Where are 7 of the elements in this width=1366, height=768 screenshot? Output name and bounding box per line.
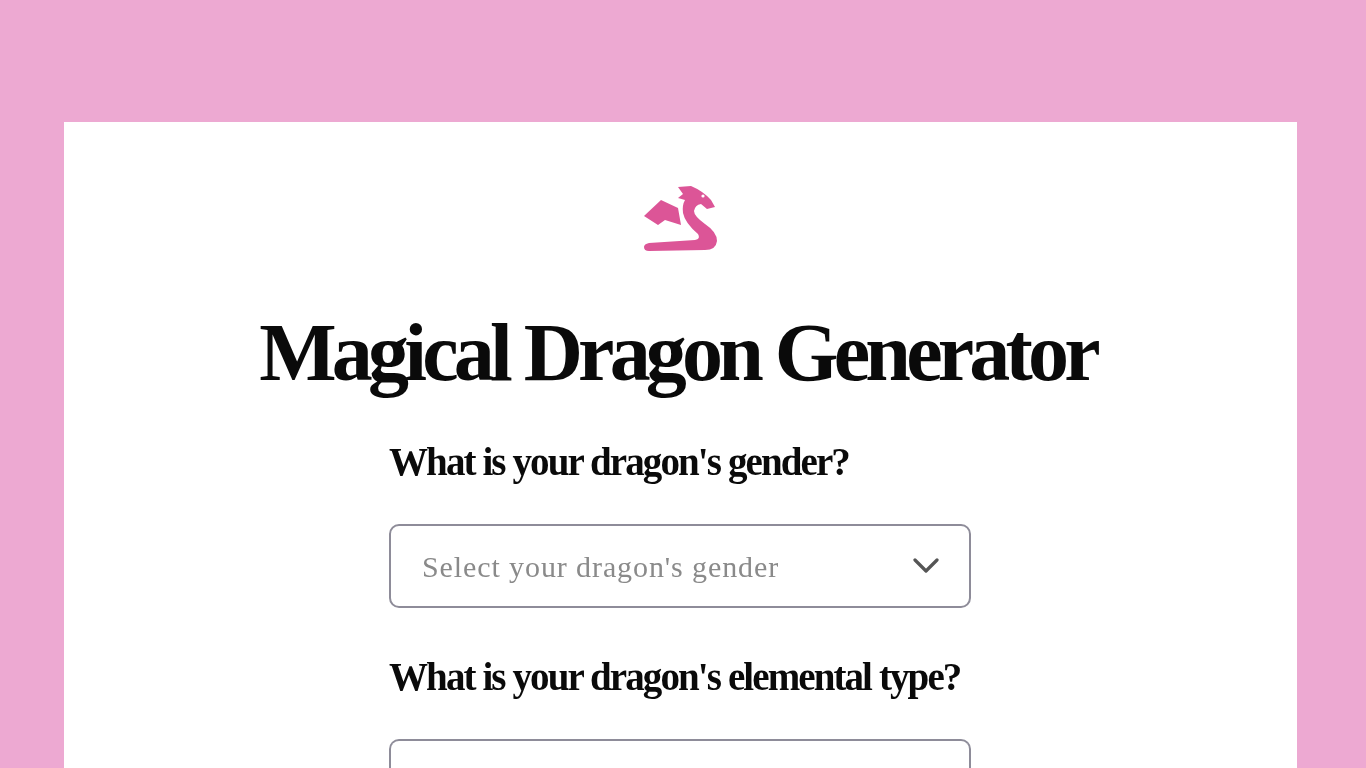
select-field[interactable]: Select your dragon's gender [389, 524, 971, 609]
page-title: Magical Dragon Generator [259, 306, 1098, 400]
dragon-logo-icon [642, 185, 719, 251]
question-label: What is your dragon's elemental type? [389, 654, 962, 701]
question-label: What is your dragon's gender? [389, 439, 850, 486]
select-field[interactable] [389, 738, 971, 768]
chevron-down-icon [913, 558, 939, 575]
